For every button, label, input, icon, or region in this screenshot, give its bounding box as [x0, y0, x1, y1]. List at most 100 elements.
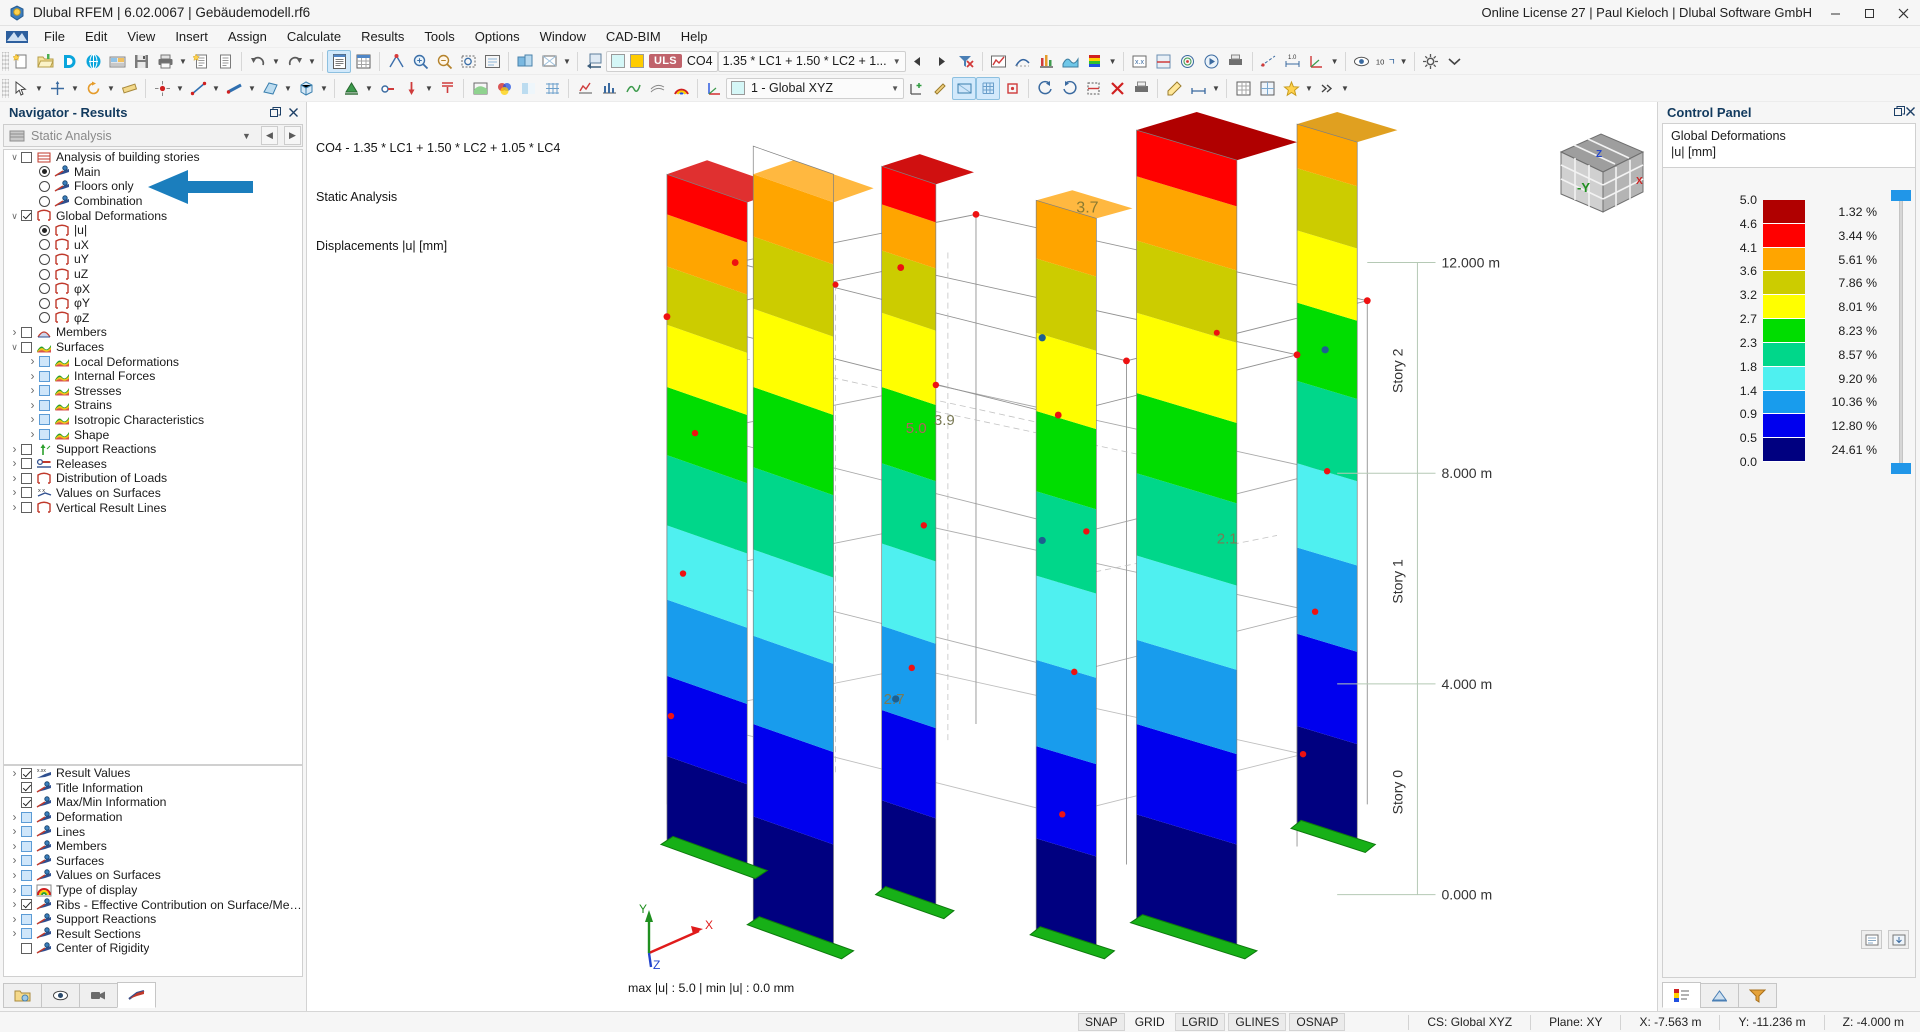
isoline-button[interactable]	[645, 77, 669, 100]
control-panel-tab-filter[interactable]	[1738, 983, 1777, 1008]
menu-item-insert[interactable]: Insert	[165, 27, 218, 46]
clip-button[interactable]	[1081, 77, 1105, 100]
dlubal-center-button[interactable]	[57, 50, 81, 73]
document-button[interactable]	[213, 50, 237, 73]
tree-expander[interactable]	[26, 369, 39, 384]
pan-button[interactable]	[45, 77, 69, 100]
zoom-level-caret[interactable]: ▼	[1398, 50, 1410, 73]
tree-item-y[interactable]: φY	[4, 296, 302, 311]
menu-item-options[interactable]: Options	[465, 27, 530, 46]
control-panel-undock-icon[interactable]	[1894, 105, 1905, 120]
printout-report-button[interactable]	[189, 50, 213, 73]
tree-expander[interactable]	[8, 456, 21, 471]
new-cs-button[interactable]	[904, 77, 928, 100]
tree-expander[interactable]	[8, 868, 21, 883]
navigator-toggle-button[interactable]	[327, 49, 351, 73]
render-dropdown-caret[interactable]: ▼	[561, 50, 573, 73]
display-item-surfaces[interactable]: Surfaces	[4, 854, 302, 869]
tree-item-local-deformations[interactable]: Local Deformations	[4, 354, 302, 369]
display-item-values-on-surfaces[interactable]: Values on Surfaces	[4, 868, 302, 883]
osnap-button[interactable]	[1000, 77, 1024, 100]
member-button[interactable]	[222, 77, 246, 100]
tree-expander[interactable]	[26, 383, 39, 398]
tree-checkbox[interactable]	[21, 928, 32, 940]
surface-caret[interactable]: ▼	[282, 77, 294, 100]
tree-expander[interactable]	[8, 912, 21, 927]
display-item-support-reactions[interactable]: Support Reactions	[4, 912, 302, 927]
tree-checkbox[interactable]	[21, 884, 32, 896]
tree-checkbox[interactable]	[21, 899, 32, 911]
tree-radio[interactable]	[39, 224, 50, 236]
tree-expander[interactable]	[8, 926, 21, 941]
sections-button[interactable]	[1152, 50, 1176, 73]
settings-button[interactable]	[1419, 50, 1443, 73]
navigator-undock-icon[interactable]	[266, 104, 284, 122]
tree-item-uz[interactable]: uZ	[4, 267, 302, 282]
chevron-down-icon[interactable]: ▼	[238, 126, 255, 145]
navigator-tab-model[interactable]	[3, 983, 42, 1008]
previous-load-case-button[interactable]	[906, 50, 930, 73]
legend-band[interactable]	[1763, 414, 1805, 439]
rainbow-scale-button[interactable]	[669, 77, 693, 100]
legend-range-slider[interactable]	[1891, 190, 1911, 474]
display-item-center-of-rigidity[interactable]: Center of Rigidity	[4, 941, 302, 956]
navigator-tab-results[interactable]	[117, 982, 156, 1008]
tree-item-analysis-of-building-stories[interactable]: Analysis of building stories	[4, 150, 302, 165]
project-manager-button[interactable]	[105, 50, 129, 73]
snap-toggle-button[interactable]	[384, 50, 408, 73]
display-item-ribs-effective-contribution-on-surface-mem[interactable]: Ribs - Effective Contribution on Surface…	[4, 897, 302, 912]
tree-radio[interactable]	[39, 268, 50, 280]
hinge-button[interactable]	[375, 77, 399, 100]
legend-band[interactable]	[1763, 438, 1805, 462]
tree-expander[interactable]	[8, 810, 21, 825]
result-values-button[interactable]: x.x	[1128, 50, 1152, 73]
tree-expander[interactable]	[8, 471, 21, 486]
select-caret[interactable]: ▼	[33, 77, 45, 100]
menu-item-cad-bim[interactable]: CAD-BIM	[596, 27, 671, 46]
tree-expander[interactable]	[8, 442, 21, 457]
load-case-icon-button[interactable]	[582, 50, 606, 73]
expand-toolbar-button[interactable]	[1315, 77, 1339, 100]
redo-button[interactable]	[282, 50, 306, 73]
close-button[interactable]	[1886, 0, 1920, 26]
tree-item-stresses[interactable]: Stresses	[4, 384, 302, 399]
tree-item-distribution-of-loads[interactable]: Distribution of Loads	[4, 471, 302, 486]
delete-button[interactable]	[1105, 77, 1129, 100]
toolbar2-grip[interactable]	[2, 78, 9, 98]
tree-checkbox[interactable]	[21, 443, 32, 455]
iso-surfaces-button[interactable]	[1176, 50, 1200, 73]
tree-expander[interactable]	[8, 485, 21, 500]
tree-expander[interactable]	[8, 839, 21, 854]
status-osnap[interactable]: OSNAP	[1289, 1013, 1346, 1031]
tree-item-u[interactable]: |u|	[4, 223, 302, 238]
tree-item-global-deformations[interactable]: Global Deformations	[4, 208, 302, 223]
tree-item-uy[interactable]: uY	[4, 252, 302, 267]
tree-checkbox[interactable]	[39, 370, 50, 382]
minimize-button[interactable]	[1818, 0, 1852, 26]
smoothing-button[interactable]	[621, 77, 645, 100]
more-tools-button[interactable]	[1443, 50, 1467, 73]
tree-item-combination[interactable]: Combination	[4, 194, 302, 209]
legend-band[interactable]	[1763, 342, 1805, 367]
tree-radio[interactable]	[39, 166, 50, 178]
tree-radio[interactable]	[39, 297, 50, 309]
coordinate-system-button[interactable]	[1305, 50, 1329, 73]
tree-item-z[interactable]: φZ	[4, 311, 302, 326]
print-button[interactable]	[153, 50, 177, 73]
tree-checkbox[interactable]	[39, 356, 50, 368]
control-panel-tab-legend[interactable]	[1662, 982, 1701, 1008]
tree-checkbox[interactable]	[39, 414, 50, 426]
grid-view-button[interactable]	[1255, 77, 1279, 100]
tree-checkbox[interactable]	[21, 458, 32, 470]
tree-checkbox[interactable]	[39, 429, 50, 441]
tree-checkbox[interactable]	[39, 399, 50, 411]
tree-checkbox[interactable]	[21, 767, 32, 779]
view-cube[interactable]: -Y Z X	[1547, 124, 1657, 219]
mesh-button[interactable]	[540, 77, 564, 100]
solid-button[interactable]	[294, 77, 318, 100]
prev-view-button[interactable]	[1033, 77, 1057, 100]
tree-expander[interactable]	[8, 853, 21, 868]
cs-dropdown-caret[interactable]: ▼	[1329, 50, 1341, 73]
status-grid[interactable]: GRID	[1128, 1013, 1172, 1031]
model-viewport[interactable]: CO4 - 1.35 * LC1 + 1.50 * LC2 + 1.05 * L…	[307, 102, 1657, 1011]
